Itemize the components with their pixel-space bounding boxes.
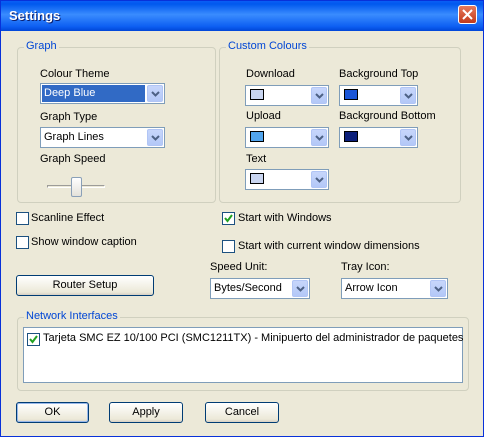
scanline-effect-checkbox[interactable] bbox=[16, 212, 29, 225]
background-bottom-dropdown-button[interactable] bbox=[400, 129, 416, 146]
speed-unit-label: Speed Unit: bbox=[210, 261, 268, 273]
show-window-caption-label[interactable]: Show window caption bbox=[31, 236, 137, 248]
scanline-effect-label[interactable]: Scanline Effect bbox=[31, 212, 104, 224]
graph-speed-slider-thumb[interactable] bbox=[71, 177, 82, 197]
tray-icon-select[interactable]: Arrow Icon bbox=[341, 278, 448, 299]
graph-type-label: Graph Type bbox=[40, 111, 98, 123]
start-with-dimensions-label[interactable]: Start with current window dimensions bbox=[238, 240, 420, 252]
background-top-select[interactable] bbox=[339, 85, 418, 106]
apply-button[interactable]: Apply bbox=[109, 402, 183, 423]
close-button[interactable] bbox=[458, 5, 477, 24]
cancel-button[interactable]: Cancel bbox=[205, 402, 279, 423]
background-top-label: Background Top bbox=[339, 68, 419, 80]
settings-window: Settings Graph Colour Theme Deep Blue Gr… bbox=[0, 0, 484, 437]
background-bottom-label: Background Bottom bbox=[339, 110, 436, 122]
chevron-down-icon bbox=[296, 286, 305, 292]
chevron-down-icon bbox=[404, 93, 413, 99]
ok-button[interactable]: OK bbox=[16, 402, 89, 423]
text-colour-label: Text bbox=[246, 153, 267, 165]
chevron-down-icon bbox=[151, 91, 160, 97]
tray-icon-value: Arrow Icon bbox=[345, 282, 398, 294]
network-interface-label: Tarjeta SMC EZ 10/100 PCI (SMC1211TX) - … bbox=[43, 332, 464, 344]
upload-colour-label: Upload bbox=[246, 110, 281, 122]
graph-type-value: Graph Lines bbox=[44, 131, 104, 143]
router-setup-button[interactable]: Router Setup bbox=[16, 275, 154, 296]
chevron-down-icon bbox=[434, 286, 443, 292]
chevron-down-icon bbox=[315, 135, 324, 141]
download-colour-label: Download bbox=[246, 68, 295, 80]
graph-type-select[interactable]: Graph Lines bbox=[40, 127, 165, 148]
speed-unit-select[interactable]: Bytes/Second bbox=[210, 278, 310, 299]
colour-theme-select[interactable]: Deep Blue bbox=[40, 83, 165, 104]
text-colour-dropdown-button[interactable] bbox=[311, 171, 327, 188]
network-interfaces-legend: Network Interfaces bbox=[24, 310, 120, 322]
chevron-down-icon bbox=[151, 135, 160, 141]
start-with-dimensions-checkbox[interactable] bbox=[222, 240, 235, 253]
upload-colour-select[interactable] bbox=[245, 127, 329, 148]
title-bar[interactable]: Settings bbox=[1, 1, 483, 31]
download-colour-dropdown-button[interactable] bbox=[311, 87, 327, 104]
background-top-swatch bbox=[344, 89, 358, 100]
background-bottom-select[interactable] bbox=[339, 127, 418, 148]
colour-theme-label: Colour Theme bbox=[40, 68, 110, 80]
graph-group-legend: Graph bbox=[24, 40, 59, 52]
show-window-caption-checkbox[interactable] bbox=[16, 236, 29, 249]
text-colour-swatch bbox=[250, 173, 264, 184]
colour-theme-value: Deep Blue bbox=[42, 85, 145, 102]
colour-theme-dropdown-button[interactable] bbox=[147, 85, 163, 102]
close-icon bbox=[462, 9, 473, 20]
start-with-windows-label[interactable]: Start with Windows bbox=[238, 212, 332, 224]
checkmark-icon bbox=[224, 214, 233, 223]
network-interfaces-list[interactable]: Tarjeta SMC EZ 10/100 PCI (SMC1211TX) - … bbox=[23, 327, 463, 383]
network-interface-checkbox[interactable] bbox=[27, 333, 40, 346]
background-bottom-swatch bbox=[344, 131, 358, 142]
checkmark-icon bbox=[29, 335, 38, 344]
background-top-dropdown-button[interactable] bbox=[400, 87, 416, 104]
tray-icon-label: Tray Icon: bbox=[341, 261, 390, 273]
speed-unit-dropdown-button[interactable] bbox=[292, 280, 308, 297]
graph-speed-label: Graph Speed bbox=[40, 153, 106, 165]
chevron-down-icon bbox=[404, 135, 413, 141]
upload-colour-dropdown-button[interactable] bbox=[311, 129, 327, 146]
text-colour-select[interactable] bbox=[245, 169, 329, 190]
tray-icon-dropdown-button[interactable] bbox=[430, 280, 446, 297]
window-title: Settings bbox=[9, 8, 61, 23]
chevron-down-icon bbox=[315, 93, 324, 99]
graph-type-dropdown-button[interactable] bbox=[147, 129, 163, 146]
download-colour-swatch bbox=[250, 89, 264, 100]
speed-unit-value: Bytes/Second bbox=[214, 282, 282, 294]
upload-colour-swatch bbox=[250, 131, 264, 142]
chevron-down-icon bbox=[315, 177, 324, 183]
download-colour-select[interactable] bbox=[245, 85, 329, 106]
start-with-windows-checkbox[interactable] bbox=[222, 212, 235, 225]
custom-colours-legend: Custom Colours bbox=[226, 40, 309, 52]
list-item[interactable]: Tarjeta SMC EZ 10/100 PCI (SMC1211TX) - … bbox=[27, 332, 464, 347]
